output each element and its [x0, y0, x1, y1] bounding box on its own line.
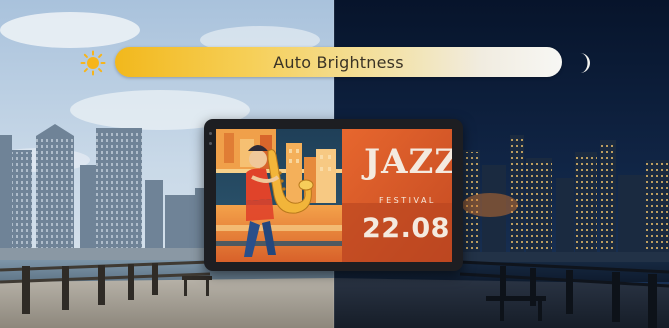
auto-brightness-label: Auto Brightness — [273, 52, 404, 72]
tablet-screen: JAZZ FESTIVAL 22.08 — [216, 129, 452, 262]
brightness-scene: Auto Brightness JAZZ FESTIVAL 22.08 — [0, 0, 669, 328]
poster-title: JAZZ — [364, 142, 452, 182]
tablet-device: JAZZ FESTIVAL 22.08 — [204, 119, 463, 271]
sensor-dot — [209, 142, 212, 145]
moon-icon — [580, 53, 590, 73]
sun-icon — [80, 50, 106, 76]
camera-dot — [209, 132, 212, 135]
poster-subtitle: FESTIVAL — [379, 196, 436, 205]
auto-brightness-slider[interactable]: Auto Brightness — [115, 47, 562, 77]
poster-date: 22.08 — [362, 213, 450, 244]
